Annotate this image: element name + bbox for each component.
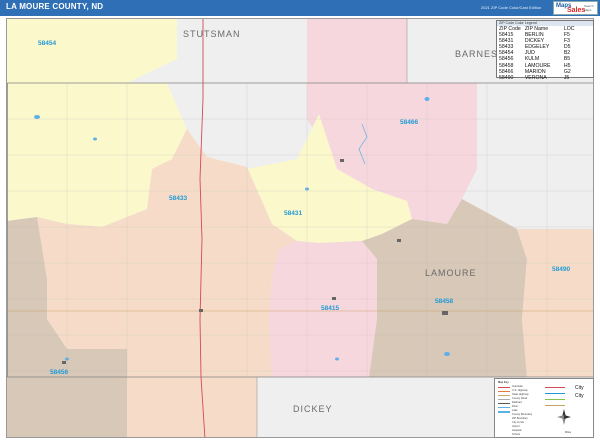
key-line-us bbox=[498, 391, 510, 392]
zip-label-58454: 58454 bbox=[38, 40, 56, 47]
key-line-railroad bbox=[498, 403, 510, 404]
key-city-label-2: City bbox=[575, 393, 584, 399]
legend-row: 58458 LAMOURE H5 bbox=[499, 63, 577, 69]
zip-label-58415: 58415 bbox=[321, 305, 339, 312]
county-label-dickey: DICKEY bbox=[293, 404, 333, 414]
brand-logo[interactable]: Maps Sales Search Maps bbox=[553, 1, 598, 15]
legend-zip: 58490 bbox=[499, 74, 514, 81]
zip-label-58456: 58456 bbox=[50, 369, 68, 376]
edition-label: 2021 ZIP Code Color/Cast Edition bbox=[481, 5, 542, 10]
county-label-lamoure: LAMOURE bbox=[425, 268, 477, 278]
key-label: City Limits bbox=[512, 421, 524, 424]
legend-zip-name: VERONA bbox=[524, 74, 547, 81]
key-label: Airport bbox=[512, 425, 520, 428]
map-key-heading: Map Key bbox=[498, 381, 509, 384]
key-line-sample bbox=[545, 387, 565, 388]
key-line-sample bbox=[545, 405, 565, 406]
key-line-state bbox=[498, 395, 510, 396]
key-line-river bbox=[498, 407, 510, 408]
key-scale-label: Miles bbox=[565, 431, 572, 434]
legend-row: 58456 KULM B5 bbox=[499, 56, 577, 62]
key-line-sample bbox=[545, 393, 565, 394]
zip-label-58458: 58458 bbox=[435, 298, 453, 305]
title-bar: LA MOURE COUNTY, ND 2021 ZIP Code Color/… bbox=[0, 0, 600, 16]
zip-label-58466: 58466 bbox=[400, 119, 418, 126]
key-label: U.S. Highway bbox=[512, 389, 528, 392]
logo-text-2: Sales bbox=[567, 7, 586, 14]
legend-table: ZIP Code ZIP Name LOC 58415 BERLIN F5 5843… bbox=[499, 26, 577, 81]
key-label: Railroad bbox=[512, 401, 522, 404]
key-label: School bbox=[512, 433, 520, 436]
map-frame[interactable]: STUTSMAN BARNES LAMOURE DICKEY 58454 584… bbox=[6, 18, 594, 438]
zip-label-58433: 58433 bbox=[169, 195, 187, 202]
key-label: State Highway bbox=[512, 393, 529, 396]
logo-text-3: Search Maps bbox=[584, 4, 594, 12]
county-label-stutsman: STUTSMAN bbox=[183, 29, 241, 39]
key-label: ZIP Boundary bbox=[512, 417, 528, 420]
county-label-barnes: BARNES bbox=[455, 49, 498, 59]
key-line-interstate bbox=[498, 387, 510, 388]
zone-dickey-tan bbox=[7, 377, 127, 437]
key-line-sample bbox=[545, 399, 565, 400]
key-label: County Boundary bbox=[512, 413, 533, 416]
compass-icon bbox=[557, 409, 571, 425]
map-key: Map Key Interstate U.S. Highway State Hi… bbox=[494, 378, 594, 438]
zip-legend: ZIP Code Color Legend ZIP Code ZIP Name … bbox=[496, 20, 594, 81]
map-title: LA MOURE COUNTY, ND bbox=[6, 2, 104, 11]
legend-loc: J5 bbox=[563, 74, 570, 81]
key-city-label: City bbox=[575, 385, 584, 391]
zip-map[interactable]: STUTSMAN BARNES LAMOURE DICKEY 58454 584… bbox=[7, 19, 594, 438]
zone-barnes-pink bbox=[307, 19, 407, 83]
key-line-county-road bbox=[498, 399, 510, 400]
zone-gray-east bbox=[462, 83, 593, 229]
legend-row: 58466 MARION G2 bbox=[499, 69, 577, 75]
zip-label-58490: 58490 bbox=[552, 266, 570, 273]
key-label: Hospital bbox=[512, 429, 522, 432]
key-label: Lake bbox=[512, 409, 518, 412]
key-label: County Road bbox=[512, 397, 528, 400]
key-label: River bbox=[512, 405, 519, 408]
zip-label-58431: 58431 bbox=[284, 210, 302, 217]
zone-58490 bbox=[517, 229, 593, 377]
key-line-lake bbox=[498, 411, 510, 413]
key-label: Interstate bbox=[512, 385, 523, 388]
legend-row: 58490 VERONA J5 bbox=[499, 75, 577, 81]
